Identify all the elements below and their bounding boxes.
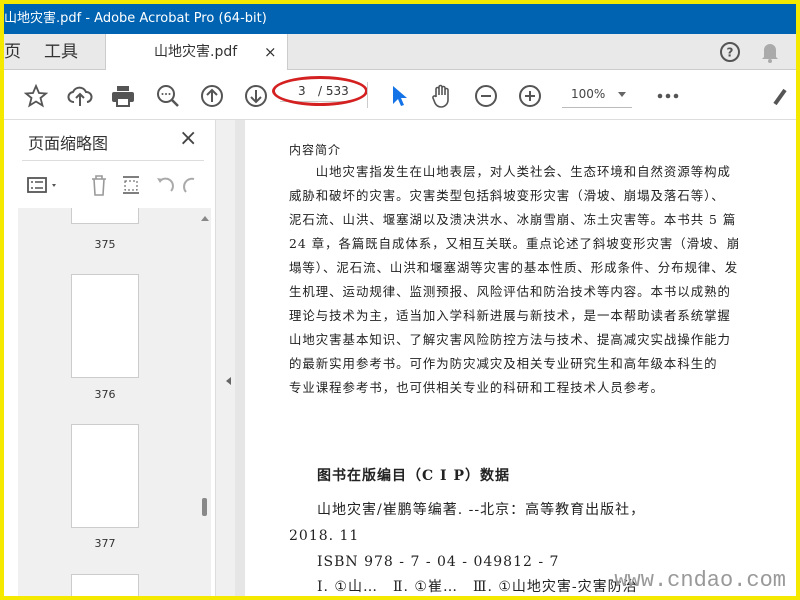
rotate-ccw-icon[interactable]: [152, 172, 178, 198]
title-bar: 山地灾害.pdf - Adobe Acrobat Pro (64-bit): [4, 4, 796, 34]
text-line: 威胁和破坏的灾害。灾害类型包括斜坡变形灾害（滑坡、崩塌及落石等）、: [289, 188, 725, 203]
rotate-cw-icon[interactable]: [182, 172, 196, 198]
thumbnail-options-icon[interactable]: [26, 172, 62, 198]
text-line: 生机理、运动规律、监测预报、风险评估和防治技术等内容。本书以成熟的: [289, 284, 731, 299]
extract-page-icon[interactable]: [118, 172, 144, 198]
thumbnails-panel: 页面缩略图 × 375 376 377: [4, 120, 216, 596]
search-icon[interactable]: [155, 83, 181, 109]
thumbnail-label: 375: [94, 238, 116, 251]
cip-line: Ⅰ. ①山… Ⅱ. ①崔… Ⅲ. ①山地灾害-灾害防治: [317, 579, 638, 595]
tab-home[interactable]: 页: [4, 34, 21, 70]
thumbnail-label: 377: [94, 537, 116, 550]
toolbar: 3/ 533 100%: [4, 70, 796, 120]
isbn: ISBN 978 - 7 - 04 - 049812 - 7: [317, 554, 560, 570]
red-highlight-circle: [272, 76, 368, 106]
select-cursor-icon[interactable]: [386, 83, 412, 109]
body-paragraph: 山地灾害指发生在山地表层，对人类社会、生态环境和自然资源等构成 威胁和破坏的灾害…: [289, 160, 740, 400]
print-icon[interactable]: [110, 83, 136, 109]
text-line: 山地灾害基本知识、了解灾害风险防控方法与技术、提高减灾实战操作能力: [289, 332, 731, 347]
hand-tool-icon[interactable]: [429, 83, 455, 109]
thumbnail-list[interactable]: 375 376 377: [18, 208, 211, 596]
tab-tools[interactable]: 工具: [44, 34, 78, 70]
svg-text:?: ?: [727, 46, 734, 60]
chevron-down-icon: [618, 92, 626, 101]
scrollbar-thumb[interactable]: [202, 498, 207, 516]
upload-cloud-icon[interactable]: [67, 83, 93, 109]
text-line: 24 章，各篇既自成体系，又相互关联。重点论述了斜坡变形灾害（滑坡、崩: [289, 236, 741, 251]
panel-title: 页面缩略图: [28, 134, 109, 153]
cip-line: 2018. 11: [289, 528, 360, 544]
scroll-up-icon[interactable]: [201, 212, 209, 221]
divider: [367, 82, 368, 108]
zoom-value: 100%: [571, 87, 606, 101]
document-view[interactable]: 内容简介 山地灾害指发生在山地表层，对人类社会、生态环境和自然资源等构成 威胁和…: [235, 120, 796, 596]
page-thumbnail[interactable]: [71, 574, 139, 596]
zoom-select[interactable]: 100%: [562, 82, 632, 108]
text-line: 理论与技术为主，适当加入学科新进展与新技术，是一本帮助读者系统掌握: [289, 308, 731, 323]
text-line: 的最新实用参考书。可作为防灾减灾及相关专业研究生和高年级本科生的: [289, 356, 718, 371]
delete-page-icon[interactable]: [86, 172, 112, 198]
next-page-icon[interactable]: [243, 83, 269, 109]
section-heading: 内容简介: [289, 143, 342, 157]
text-line: 塌等）、泥石流、山洪和堰塞湖等灾害的基本性质、形成条件、分布规律、发: [289, 260, 739, 275]
bell-icon[interactable]: [757, 39, 783, 65]
page-thumbnail[interactable]: [71, 208, 139, 224]
watermark: www.cndao.com: [614, 568, 786, 593]
cip-title: 图书在版编目（C I P）数据: [317, 468, 510, 484]
text-line: 专业课程参考书，也可供相关专业的科研和工程技术人员参考。: [289, 380, 664, 395]
help-icon[interactable]: ?: [717, 39, 743, 65]
pdf-page: 内容简介 山地灾害指发生在山地表层，对人类社会、生态环境和自然资源等构成 威胁和…: [245, 120, 796, 596]
tab-bar: 页 工具 山地灾害.pdf × ?: [4, 34, 796, 71]
text-line: 泥石流、山洪、堰塞湖以及溃决洪水、冰崩雪崩、冻土灾害等。本书共 5 篇: [289, 212, 737, 227]
text-line: 山地灾害指发生在山地表层，对人类社会、生态环境和自然资源等构成: [289, 164, 731, 179]
star-icon[interactable]: [23, 83, 49, 109]
page-thumbnail[interactable]: [71, 274, 139, 378]
cip-line: 山地灾害/崔鹏等编著. --北京：高等教育出版社，: [317, 502, 646, 518]
thumbnail-scrollbar[interactable]: [198, 208, 211, 596]
link-icon[interactable]: [768, 83, 794, 109]
zoom-in-icon[interactable]: [517, 83, 543, 109]
page-thumbnail[interactable]: [71, 424, 139, 528]
collapse-panel-icon[interactable]: [222, 377, 231, 385]
divider: [22, 160, 204, 161]
zoom-out-icon[interactable]: [473, 83, 499, 109]
tab-close-icon[interactable]: ×: [264, 34, 277, 70]
more-options-icon[interactable]: [655, 83, 681, 109]
previous-page-icon[interactable]: [199, 83, 225, 109]
panel-splitter[interactable]: [216, 120, 235, 596]
tab-document[interactable]: 山地灾害.pdf ×: [105, 34, 288, 71]
thumbnail-label: 376: [94, 388, 116, 401]
window-title: 山地灾害.pdf - Adobe Acrobat Pro (64-bit): [4, 11, 267, 26]
tab-document-label: 山地灾害.pdf: [154, 44, 238, 60]
panel-close-icon[interactable]: ×: [179, 126, 197, 151]
